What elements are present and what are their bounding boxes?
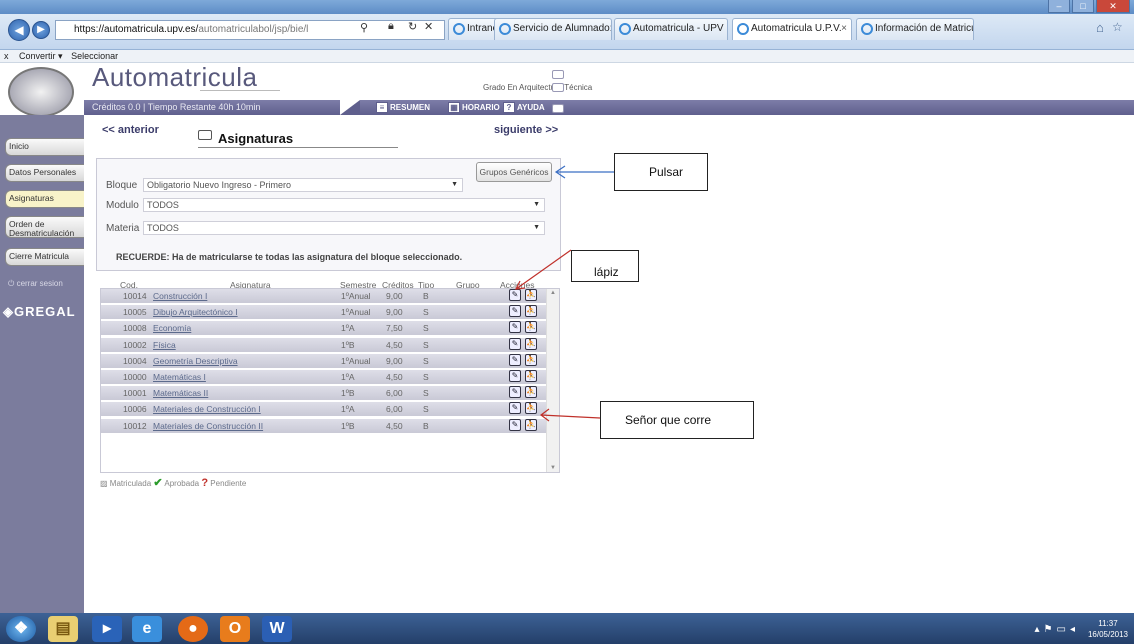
- volume-icon[interactable]: ◂: [1070, 624, 1079, 635]
- flag-icon[interactable]: ⚑: [1044, 624, 1057, 635]
- clock-date: 16/05/2013: [1087, 630, 1128, 639]
- annotation-arrows: [514, 165, 614, 422]
- tray-arrow-icon[interactable]: ▴: [1035, 624, 1044, 635]
- clock[interactable]: 11:37 16/05/2013: [1088, 618, 1128, 640]
- system-tray: ▴⚑▭◂: [1035, 624, 1079, 635]
- taskbar: [0, 613, 1134, 644]
- media-icon[interactable]: ▸: [92, 616, 122, 642]
- network-icon[interactable]: ▭: [1057, 624, 1070, 635]
- internet-explorer-icon[interactable]: e: [132, 616, 162, 642]
- lapiz-arrow: [515, 249, 572, 290]
- powerpoint-icon[interactable]: O: [220, 616, 250, 642]
- word-icon[interactable]: W: [262, 616, 292, 642]
- firefox-icon[interactable]: ●: [178, 616, 208, 642]
- start-button[interactable]: ❖: [6, 616, 36, 642]
- explorer-icon[interactable]: ▤: [48, 616, 78, 642]
- clock-time: 11:37: [1098, 619, 1118, 628]
- senor-arrow: [540, 414, 601, 419]
